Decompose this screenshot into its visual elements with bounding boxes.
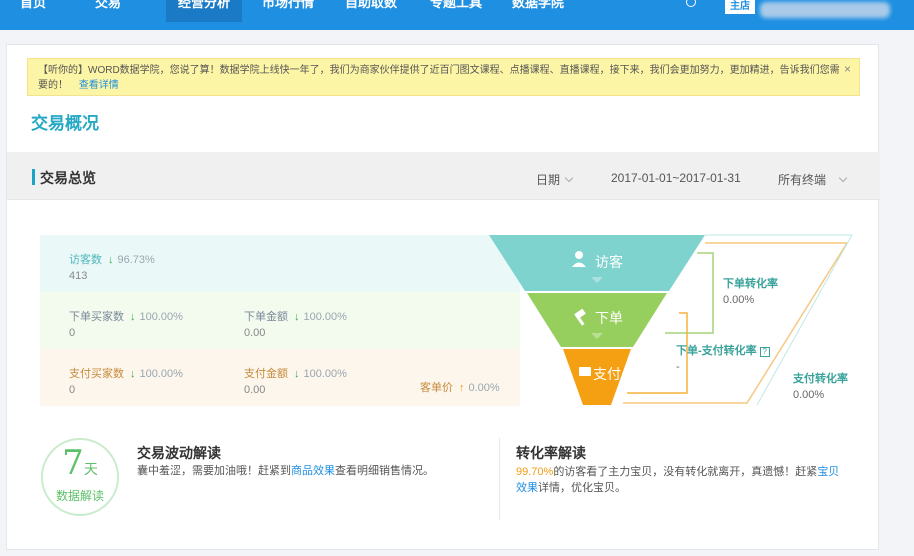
- stage-label-order: 下单: [595, 310, 623, 326]
- conv-pct: 99.70%: [516, 466, 554, 478]
- nav-home[interactable]: 首页: [20, 0, 46, 12]
- product-effect-link[interactable]: 商品效果: [291, 465, 335, 477]
- order-conv: 下单转化率 0.00%: [723, 275, 778, 306]
- order-pay-conv-value: -: [676, 361, 680, 373]
- order-buyers-change: 100.00%: [139, 311, 183, 323]
- close-icon[interactable]: ×: [844, 62, 851, 77]
- help-icon[interactable]: [686, 0, 696, 7]
- date-label: 日期: [536, 173, 561, 187]
- pay-conv: 支付转化率 0.00%: [793, 370, 848, 401]
- nav-trade[interactable]: 交易: [95, 0, 121, 12]
- conv-text-b: 详情，优化宝贝。: [538, 482, 626, 494]
- order-amount-metric: 下单金额 ↓ 100.00% 0.00: [244, 308, 347, 339]
- order-amount-label: 下单金额: [244, 311, 288, 323]
- pay-buyers-change: 100.00%: [139, 368, 183, 380]
- terminal-dropdown[interactable]: 所有终端: [778, 171, 848, 188]
- order-amount-change: 100.00%: [303, 311, 347, 323]
- account-name-redacted[interactable]: [760, 2, 890, 18]
- arrow-down-icon: ↓: [130, 311, 136, 323]
- nav-market[interactable]: 市场行情: [262, 0, 314, 12]
- notice-text: 【听你的】WORD数据学院，您说了算！数据学院上线快一年了，我们为商家伙伴提供了…: [38, 65, 840, 91]
- order-amount-value: 0.00: [244, 327, 266, 339]
- question-icon[interactable]: ?: [759, 347, 770, 357]
- order-buyers-value: 0: [69, 327, 76, 339]
- pay-band: 支付买家数 ↓ 100.00% 0 支付金额 ↓ 100.00% 0.00 客单价 ↑ 0.…: [40, 349, 520, 406]
- arrow-up-icon: ↑: [459, 382, 465, 394]
- nav-topic-tools[interactable]: 专题工具: [430, 0, 482, 12]
- date-range[interactable]: 2017-01-01~2017-01-31: [611, 171, 741, 185]
- terminal-label: 所有终端: [778, 173, 827, 187]
- conv-title: 转化率解读: [516, 445, 586, 461]
- pay-buyers-value: 0: [69, 384, 76, 396]
- insights-divider: [499, 438, 500, 520]
- visitor-band: 访客数 ↓ 96.73% 413: [40, 235, 520, 292]
- conv-body: 99.70%的访客看了主力宝贝，没有转化就离开，真遗憾！赶紧宝贝效果详情，优化宝…: [516, 464, 846, 496]
- pay-amount-change: 100.00%: [303, 368, 347, 380]
- visitors-metric: 访客数 ↓ 96.73% 413: [69, 251, 155, 282]
- order-band: 下单买家数 ↓ 100.00% 0 下单金额 ↓ 100.00% 0.00: [40, 292, 520, 349]
- seven-day-badge[interactable]: 7天 数据解读: [41, 438, 119, 516]
- nav-business-analysis[interactable]: 经营分析: [166, 0, 243, 22]
- order-pay-conv-label: 下单-支付转化率: [676, 345, 757, 357]
- visitors-label: 访客数: [69, 254, 102, 266]
- notice-detail-link[interactable]: 查看详情: [79, 80, 119, 91]
- pay-conv-value: 0.00%: [793, 389, 825, 401]
- unit-price-label: 客单价: [420, 382, 453, 394]
- wallet-icon: [579, 367, 591, 376]
- fluct-text-a: 囊中羞涩，需要加油哦！赶紧到: [137, 465, 291, 477]
- shop-badge[interactable]: 主店: [725, 0, 755, 14]
- pay-amount-label: 支付金额: [244, 368, 288, 380]
- fluct-body: 囊中羞涩，需要加油哦！赶紧到商品效果查看明细销售情况。: [137, 463, 477, 479]
- section-header: 交易总览 日期 2017-01-01~2017-01-31 所有终端: [7, 152, 880, 200]
- arrow-down-icon: ↓: [130, 368, 136, 380]
- chevron-down-icon: [564, 173, 574, 183]
- stage-label-pay: 支付: [593, 366, 621, 382]
- badge-unit: 天: [83, 462, 98, 478]
- section-title: 交易总览: [40, 170, 96, 186]
- arrow-down-icon: ↓: [294, 368, 300, 380]
- arrow-down-icon: ↓: [108, 254, 114, 266]
- pay-amount-value: 0.00: [244, 384, 266, 396]
- date-dropdown[interactable]: 日期: [536, 171, 574, 188]
- order-buyers-label: 下单买家数: [69, 311, 124, 323]
- pay-buyers-metric: 支付买家数 ↓ 100.00% 0: [69, 365, 183, 396]
- pay-conv-label: 支付转化率: [793, 373, 848, 385]
- stage-label-visitor: 访客: [595, 254, 623, 270]
- visitors-value: 413: [69, 270, 88, 282]
- fluct-text-b: 查看明细销售情况。: [335, 465, 434, 477]
- pay-buyers-label: 支付买家数: [69, 368, 124, 380]
- badge-number: 7: [62, 443, 84, 483]
- page-title: 交易概况: [31, 114, 99, 133]
- fluct-title: 交易波动解读: [137, 445, 221, 461]
- main-card: 【听你的】WORD数据学院，您说了算！数据学院上线快一年了，我们为商家伙伴提供了…: [6, 44, 880, 550]
- conv-text-a: 的访客看了主力宝贝，没有转化就离开，真遗憾！赶紧: [553, 466, 818, 478]
- order-conv-label: 下单转化率: [723, 278, 778, 290]
- section-marker: [32, 169, 35, 185]
- visitors-change: 96.73%: [117, 254, 155, 266]
- order-pay-conv: 下单-支付转化率? -: [676, 342, 770, 373]
- top-nav: 首页 交易 经营分析 市场行情 自助取数 专题工具 数据学院 主店: [0, 0, 914, 30]
- badge-subtitle: 数据解读: [55, 489, 104, 503]
- order-conv-value: 0.00%: [723, 294, 755, 306]
- notice-banner: 【听你的】WORD数据学院，您说了算！数据学院上线快一年了，我们为商家伙伴提供了…: [27, 58, 860, 96]
- user-icon: [575, 251, 583, 259]
- chevron-down-icon: [838, 173, 848, 183]
- arrow-down-icon: ↓: [294, 311, 300, 323]
- nav-self-fetch[interactable]: 自助取数: [345, 0, 397, 12]
- nav-data-academy[interactable]: 数据学院: [512, 0, 564, 12]
- order-buyers-metric: 下单买家数 ↓ 100.00% 0: [69, 308, 183, 339]
- pay-amount-metric: 支付金额 ↓ 100.00% 0.00: [244, 365, 347, 396]
